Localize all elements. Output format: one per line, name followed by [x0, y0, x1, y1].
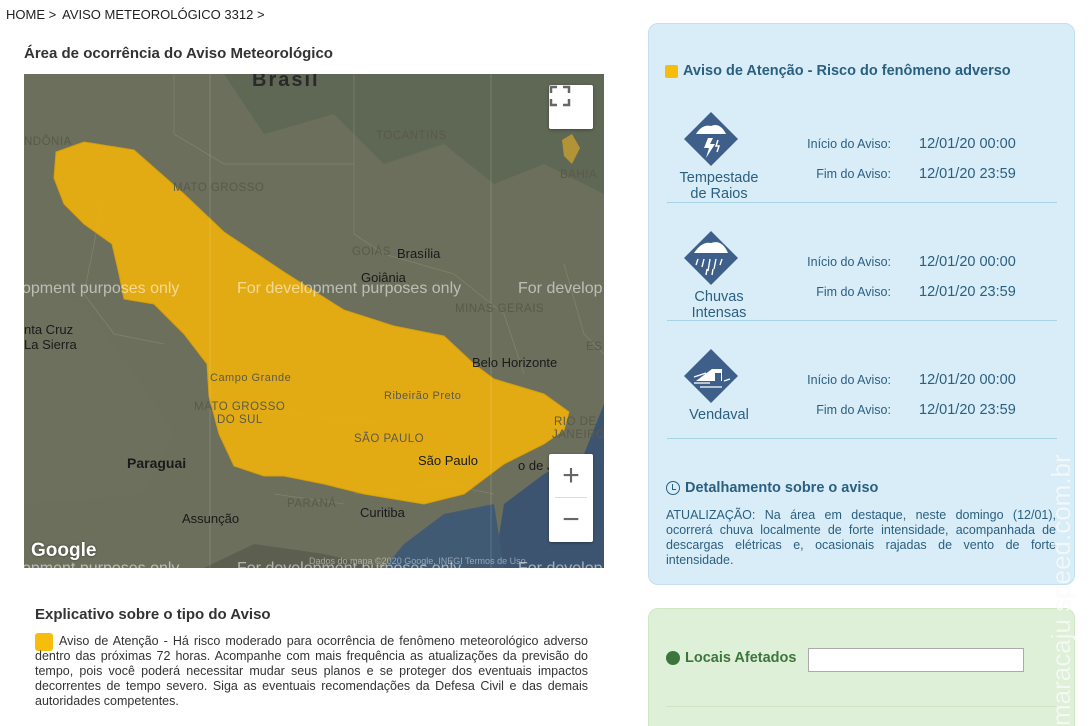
map-title: Área de ocorrência do Aviso Meteorológic… [24, 45, 333, 62]
explicativo-text: Aviso de Atenção - Há risco moderado par… [35, 634, 588, 708]
event-start-value: 12/01/20 00:00 [919, 136, 1016, 152]
event-start-value: 12/01/20 00:00 [919, 372, 1016, 388]
clock-icon [666, 481, 680, 495]
lightning-storm-icon [682, 110, 740, 168]
divider [666, 706, 1056, 707]
map-label-sao-paulo-state: SÃO PAULO [354, 433, 425, 445]
map-label-paraguai: Paraguai [127, 455, 187, 471]
event-end-label: Fim do Aviso: [816, 403, 891, 417]
dev-watermark-bottom-right: For develop [518, 560, 603, 568]
map-label-santa-cruz: nta Cruz [24, 322, 74, 337]
affected-places-title: Locais Afetados [666, 650, 796, 666]
event-start-label: Início do Aviso: [807, 137, 891, 151]
map-label-goias: GOIÁS [352, 246, 391, 258]
breadcrumb-home-link[interactable]: HOME > [6, 7, 56, 22]
alert-map[interactable]: Brasil NDÔNIA TOCANTINS BAHIA MATO GROSS… [24, 74, 604, 568]
dev-watermark-center: For development purposes only [237, 280, 462, 297]
map-label-country: Brasil [252, 74, 320, 91]
map-label-belo-horizonte: Belo Horizonte [472, 355, 558, 370]
globe-icon [666, 651, 680, 665]
map-label-ribeirao-preto: Ribeirão Preto [384, 390, 462, 402]
event-row: Tempestade de Raios Início do Aviso: 12/… [667, 85, 1057, 203]
zoom-out-button[interactable]: − [549, 498, 593, 542]
fullscreen-icon [549, 85, 571, 107]
event-end-value: 12/01/20 23:59 [919, 402, 1016, 418]
breadcrumb-current[interactable]: AVISO METEOROLÓGICO 3312 > [62, 7, 264, 22]
fullscreen-button[interactable] [549, 85, 593, 129]
breadcrumb: HOME > AVISO METEOROLÓGICO 3312 > [6, 7, 268, 22]
map-label-rondonia: NDÔNIA [24, 136, 72, 148]
map-label-es: ES [586, 341, 603, 353]
map-label-mato-grosso: MATO GROSSO [173, 182, 265, 194]
map-label-parana: PARANÁ [287, 498, 337, 510]
alert-panel-title: Aviso de Atenção - Risco do fenômeno adv… [665, 63, 1011, 79]
map-label-la-sierra: La Sierra [24, 337, 77, 352]
event-end-value: 12/01/20 23:59 [919, 166, 1016, 182]
event-row: Vendaval Início do Aviso: 12/01/20 00:00… [667, 321, 1057, 439]
affected-places-input[interactable] [808, 648, 1024, 672]
map-label-assuncao: Assunção [182, 511, 240, 526]
affected-places-title-text: Locais Afetados [685, 650, 797, 666]
event-end-label: Fim do Aviso: [816, 285, 891, 299]
zoom-in-button[interactable]: + [549, 454, 593, 498]
map-label-brasilia: Brasília [397, 246, 441, 261]
map-label-rio-1: RIO DE [554, 416, 597, 428]
map-terrain [24, 74, 604, 568]
map-label-campo-grande: Campo Grande [210, 372, 292, 384]
event-row: Chuvas Intensas Início do Aviso: 12/01/2… [667, 203, 1057, 321]
explicativo-title: Explicativo sobre o tipo do Aviso [35, 606, 271, 623]
map-label-ms-2: DO SUL [217, 414, 263, 426]
dev-watermark-left: opment purposes only [24, 280, 180, 297]
detail-title: Detalhamento sobre o aviso [666, 480, 878, 496]
heavy-rain-icon [682, 229, 740, 287]
alert-panel-title-text: Aviso de Atenção - Risco do fenômeno adv… [683, 63, 1011, 79]
windstorm-icon [682, 347, 740, 405]
map-label-ms-1: MATO GROSSO [194, 401, 286, 413]
site-watermark: maracaju speed.com.br [1046, 454, 1076, 726]
alert-level-icon [665, 64, 678, 78]
map-label-sao-paulo: São Paulo [418, 453, 478, 468]
event-start-value: 12/01/20 00:00 [919, 254, 1016, 270]
dev-watermark-right: For develop [518, 280, 603, 297]
map-label-curitiba: Curitiba [360, 505, 405, 520]
detail-title-text: Detalhamento sobre o aviso [685, 480, 879, 496]
map-copyright[interactable]: Dados do mapa ©2020 Google, INEGI Termos… [309, 556, 526, 566]
detail-text: ATUALIZAÇÃO: Na área em destaque, neste … [666, 508, 1056, 567]
map-label-tocantins: TOCANTINS [376, 130, 447, 142]
zoom-control: + − [549, 454, 593, 542]
google-logo[interactable]: Google [31, 540, 96, 562]
event-name: Chuvas Intensas [691, 289, 747, 321]
event-start-label: Início do Aviso: [807, 255, 891, 269]
event-name: Vendaval [689, 407, 749, 423]
map-label-minas-gerais: MINAS GERAIS [455, 303, 545, 315]
event-end-label: Fim do Aviso: [816, 167, 891, 181]
map-label-bahia: BAHIA [560, 169, 598, 181]
event-name: Tempestade de Raios [679, 170, 759, 202]
event-end-value: 12/01/20 23:59 [919, 284, 1016, 300]
map-label-rio-2: JANEIRO [552, 429, 604, 441]
event-start-label: Início do Aviso: [807, 373, 891, 387]
